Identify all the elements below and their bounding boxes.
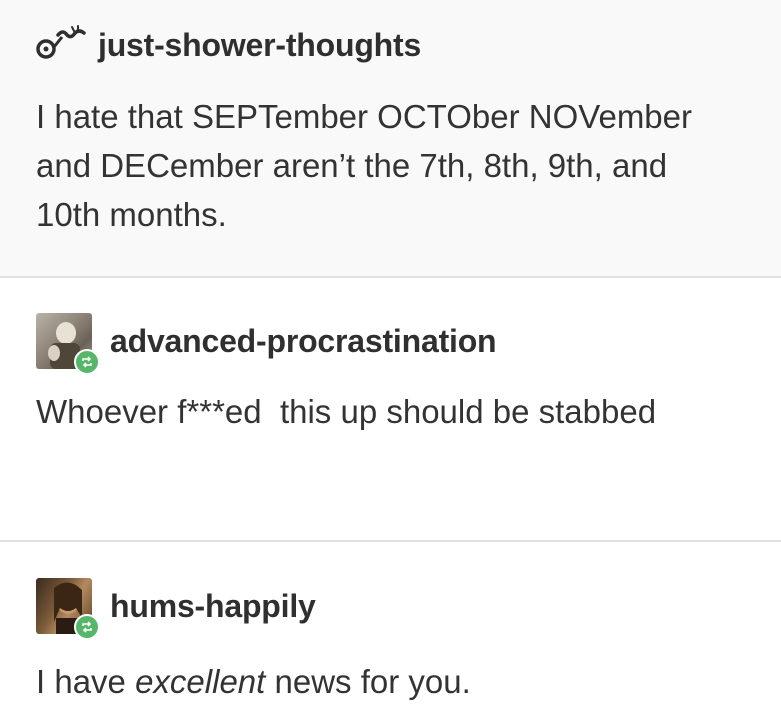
avatar[interactable]	[36, 313, 100, 375]
post-hums-happily: hums-happily I have excellent news for y…	[0, 542, 781, 710]
reblog-icon	[74, 349, 100, 375]
post-header: advanced-procrastination	[36, 310, 761, 375]
username-link[interactable]: advanced-procrastination	[110, 323, 497, 360]
body-text-after: news for you.	[265, 663, 471, 700]
post-header: hums-happily	[36, 575, 761, 640]
username-link[interactable]: hums-happily	[110, 588, 316, 625]
post-just-shower-thoughts: just-shower-thoughts I hate that SEPTemb…	[0, 0, 781, 278]
post-header: just-shower-thoughts	[36, 14, 761, 76]
reblog-icon	[74, 614, 100, 640]
post-advanced-procrastination: advanced-procrastination Whoever f***ed …	[0, 278, 781, 542]
body-text-before: I have	[36, 663, 136, 700]
body-text-emphasis: excellent	[135, 663, 266, 700]
post-body-text: Whoever f***ed this up should be stabbed	[36, 393, 657, 430]
post-body-text: I hate that SEPTember OCTOber NOVember a…	[36, 98, 693, 233]
username-link[interactable]: just-shower-thoughts	[98, 27, 421, 64]
post-body-text: I have excellent news for you.	[36, 657, 761, 706]
glasses-mustache-logo-icon[interactable]	[32, 19, 90, 71]
avatar[interactable]	[36, 578, 100, 640]
